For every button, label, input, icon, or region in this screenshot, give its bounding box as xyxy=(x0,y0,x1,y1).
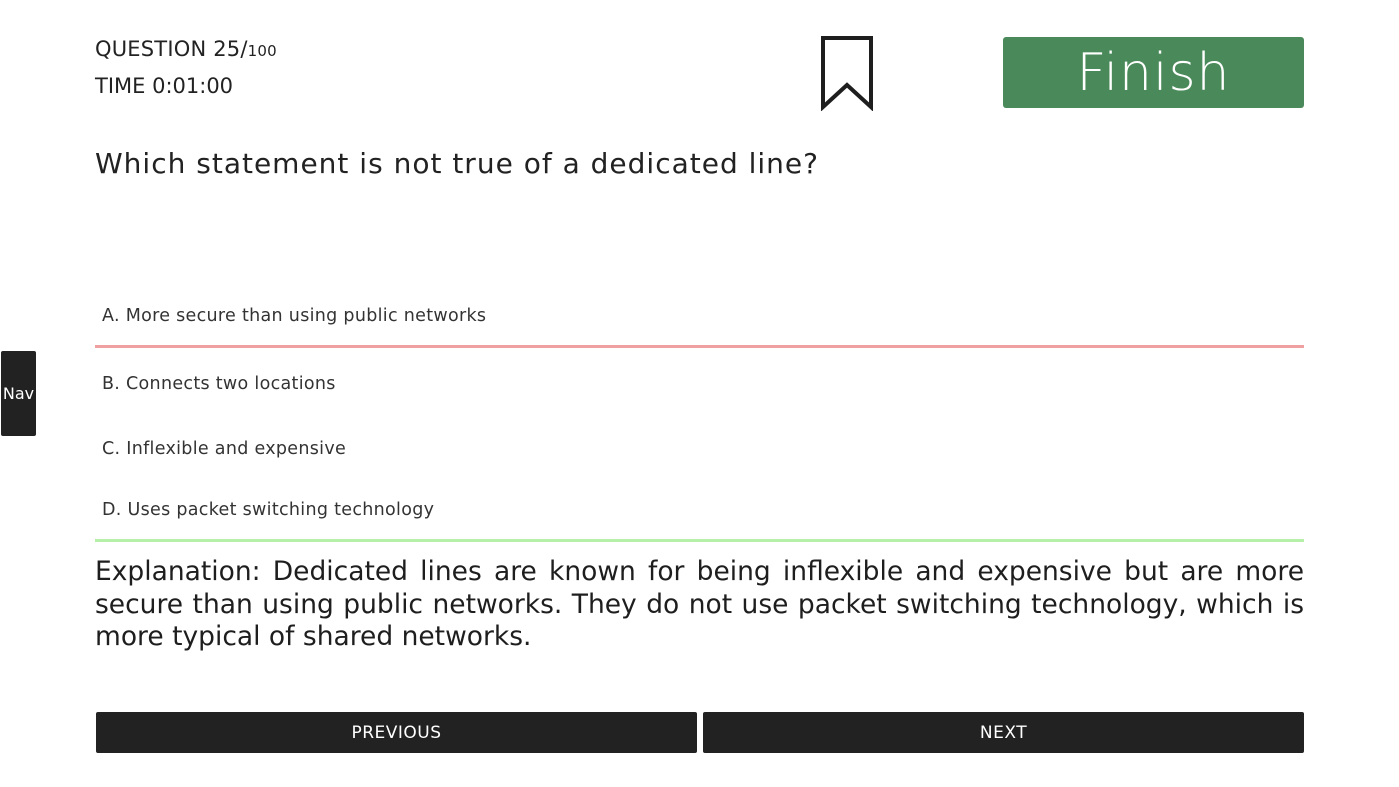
bookmark-icon[interactable] xyxy=(820,35,874,112)
previous-button[interactable]: PREVIOUS xyxy=(96,712,697,753)
answer-option-label: D. Uses packet switching technology xyxy=(102,499,435,520)
next-button[interactable]: NEXT xyxy=(703,712,1304,753)
timer: TIME 0:01:00 xyxy=(95,74,234,98)
finish-button[interactable]: Finish xyxy=(1003,37,1304,108)
answer-option-c[interactable]: C. Inflexible and expensive xyxy=(95,418,1304,480)
answer-option-label: A. More secure than using public network… xyxy=(102,305,487,326)
answer-option-d[interactable]: D. Uses packet switching technology xyxy=(95,480,1304,542)
nav-toggle-button[interactable]: Nav xyxy=(1,351,36,436)
question-total: 100 xyxy=(247,42,277,60)
question-counter-label: QUESTION 25/ xyxy=(95,37,248,61)
quiz-page: QUESTION 25/100 TIME 0:01:00 Finish Whic… xyxy=(0,0,1399,787)
answer-option-label: C. Inflexible and expensive xyxy=(102,439,347,459)
answer-option-a[interactable]: A. More secure than using public network… xyxy=(95,286,1304,348)
question-counter: QUESTION 25/100 xyxy=(95,37,277,61)
answer-option-label: B. Connects two locations xyxy=(102,374,336,394)
answer-option-b[interactable]: B. Connects two locations xyxy=(95,353,1304,415)
explanation-text: Explanation: Dedicated lines are known f… xyxy=(95,556,1304,652)
question-text: Which statement is not true of a dedicat… xyxy=(95,147,820,180)
